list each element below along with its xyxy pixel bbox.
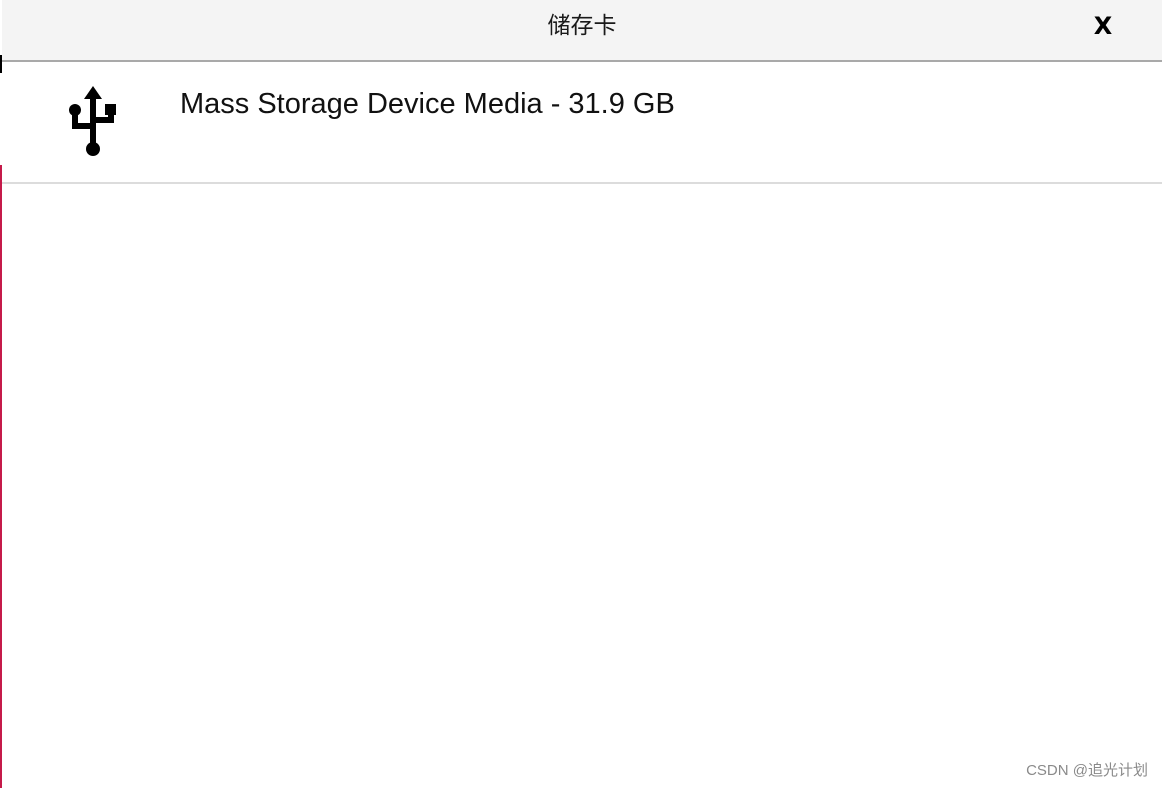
close-button[interactable]: X (1088, 0, 1118, 52)
device-item[interactable]: Mass Storage Device Media - 31.9 GB (2, 62, 1162, 184)
usb-icon (68, 86, 118, 158)
dialog-title-bar: 储存卡 X (2, 0, 1162, 62)
dialog-title: 储存卡 (547, 12, 617, 38)
watermark: CSDN @追光计划 (1026, 762, 1148, 779)
storage-dialog: 储存卡 X Mass Storage Device Media - 31.9 G… (2, 0, 1162, 788)
device-label: Mass Storage Device Media - 31.9 GB (180, 88, 675, 120)
device-list: Mass Storage Device Media - 31.9 GB (2, 62, 1162, 184)
